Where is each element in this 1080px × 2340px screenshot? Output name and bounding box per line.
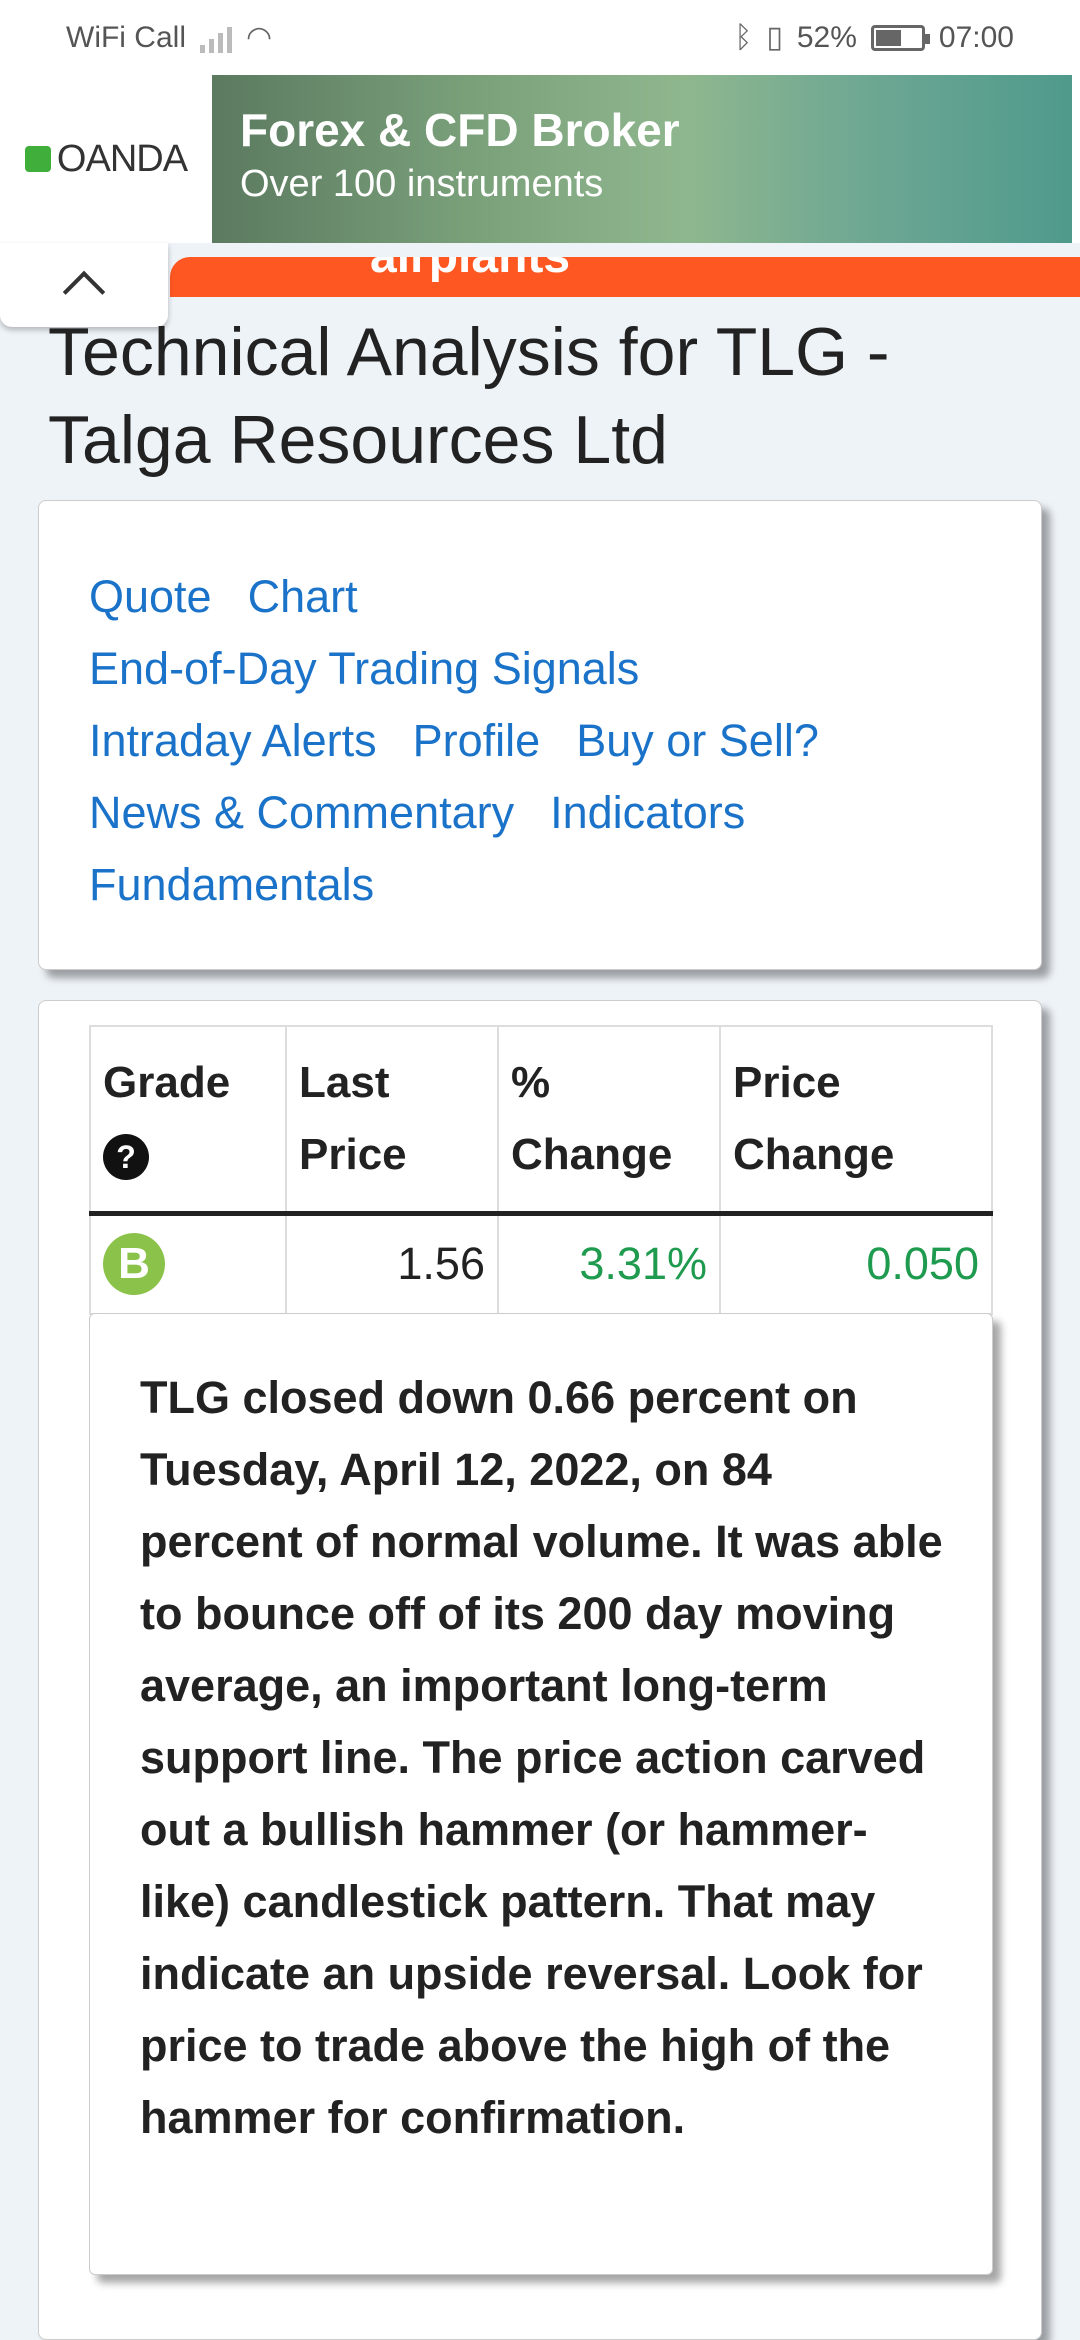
bluetooth-icon: ᛒ — [734, 20, 753, 54]
header-grade: Grade ? — [89, 1025, 287, 1216]
links-row-4: News & Commentary Indicators — [89, 777, 991, 849]
analysis-summary: TLG closed down 0.66 percent on Tuesday,… — [89, 1313, 993, 2275]
header-grade-label: Grade — [103, 1058, 231, 1107]
page-title: Technical Analysis for TLG - Talga Resou… — [48, 314, 890, 478]
ad-brand: OANDA — [56, 137, 188, 180]
link-indicators[interactable]: Indicators — [550, 787, 745, 839]
ad-banner[interactable]: OANDA Forex & CFD Broker Over 100 instru… — [0, 75, 1080, 243]
links-row-2: End-of-Day Trading Signals — [89, 633, 991, 705]
link-quote[interactable]: Quote — [89, 571, 212, 623]
cell-grade: B — [89, 1212, 287, 1315]
header-last-price: Last Price — [285, 1025, 499, 1216]
oanda-logo-icon — [24, 146, 51, 172]
link-chart[interactable]: Chart — [248, 571, 358, 623]
status-right: ᛒ ▯ 52% 07:00 — [734, 20, 1014, 55]
links-row-1: Quote Chart — [89, 561, 991, 633]
ad-image[interactable]: Forex & CFD Broker Over 100 instruments — [212, 75, 1072, 243]
link-profile[interactable]: Profile — [413, 715, 541, 767]
cell-pct-change: 3.31% — [497, 1212, 721, 1315]
summary-text: TLG closed down 0.66 percent on Tuesday,… — [140, 1372, 943, 2143]
link-intraday-alerts[interactable]: Intraday Alerts — [89, 715, 377, 767]
battery-icon — [870, 24, 930, 51]
ad-title: Forex & CFD Broker — [240, 104, 680, 156]
link-buy-or-sell[interactable]: Buy or Sell? — [576, 715, 819, 767]
link-fundamentals[interactable]: Fundamentals — [89, 859, 374, 911]
header-price-change: Price Change — [719, 1025, 993, 1216]
link-news-commentary[interactable]: News & Commentary — [89, 787, 514, 839]
orange-banner-text: airplants — [370, 257, 570, 284]
quote-card: Grade ? Last Price % Change Price Change… — [38, 1000, 1042, 2340]
quote-table: Grade ? Last Price % Change Price Change… — [89, 1025, 993, 1315]
vibrate-icon: ▯ — [766, 21, 783, 54]
link-trading-signals[interactable]: End-of-Day Trading Signals — [89, 643, 639, 695]
header-pct-change: % Change — [497, 1025, 721, 1216]
grade-badge: B — [103, 1233, 165, 1296]
signal-icon — [200, 23, 232, 53]
nav-links-card: Quote Chart End-of-Day Trading Signals I… — [38, 500, 1042, 970]
cell-last-price: 1.56 — [285, 1212, 499, 1315]
links-row-5: Fundamentals — [89, 849, 991, 921]
status-left: WiFi Call ◠ — [66, 20, 272, 55]
ad-subtitle: Over 100 instruments — [240, 163, 604, 205]
chevron-up-icon — [62, 270, 106, 314]
help-icon[interactable]: ? — [103, 1134, 149, 1181]
carrier-label: WiFi Call — [66, 20, 186, 54]
links-row-3: Intraday Alerts Profile Buy or Sell? — [89, 705, 991, 777]
clock: 07:00 — [938, 20, 1014, 54]
table-header-row: Grade ? Last Price % Change Price Change — [89, 1025, 993, 1216]
wifi-icon: ◠ — [246, 21, 273, 54]
ad-logo[interactable]: OANDA — [0, 75, 212, 243]
cell-price-change: 0.050 — [719, 1212, 993, 1315]
table-row: B 1.56 3.31% 0.050 — [89, 1212, 993, 1315]
orange-banner[interactable]: airplants — [170, 257, 1080, 297]
status-bar: WiFi Call ◠ ᛒ ▯ 52% 07:00 — [0, 0, 1080, 75]
battery-percent: 52% — [796, 20, 857, 54]
